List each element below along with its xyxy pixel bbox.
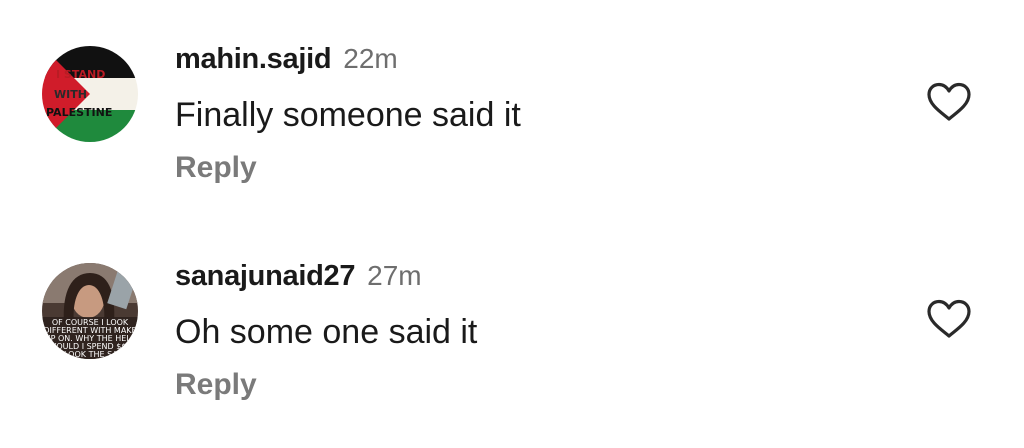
username-link[interactable]: mahin.sajid [175, 43, 332, 75]
comment-text: Finally someone said it [175, 96, 521, 134]
avatar-text-line: PALESTINE [46, 106, 112, 119]
comment-text: Oh some one said it [175, 313, 478, 351]
like-button[interactable] [926, 299, 972, 339]
comment-item: I STAND WITH PALESTINE mahin.sajid 22m Fi… [0, 0, 1024, 200]
avatar-photo-image: OF COURSE I LOOK DIFFERENT WITH MAKE UP … [42, 263, 138, 359]
reply-button[interactable]: Reply [175, 148, 257, 188]
comment-header: mahin.sajid 22m [175, 40, 398, 83]
avatar[interactable]: I STAND WITH PALESTINE [42, 46, 138, 142]
timestamp: 27m [367, 260, 422, 291]
username-link[interactable]: sanajunaid27 [175, 260, 355, 292]
timestamp: 22m [343, 43, 398, 74]
comment-header: sanajunaid27 27m [175, 257, 422, 300]
avatar-text-line: I STAND [56, 68, 105, 81]
comment-list: I STAND WITH PALESTINE mahin.sajid 22m Fi… [0, 0, 1024, 448]
reply-button[interactable]: Reply [175, 365, 257, 405]
avatar-text-line: TO LOOK THE SAME [49, 350, 129, 359]
heart-outline-icon [927, 82, 971, 121]
comment-item: OF COURSE I LOOK DIFFERENT WITH MAKE UP … [0, 217, 1024, 417]
heart-outline-icon [927, 299, 971, 338]
avatar-text-line: WITH [54, 88, 87, 101]
like-button[interactable] [926, 82, 972, 122]
avatar[interactable]: OF COURSE I LOOK DIFFERENT WITH MAKE UP … [42, 263, 138, 359]
avatar-flag-image: I STAND WITH PALESTINE [42, 46, 138, 142]
